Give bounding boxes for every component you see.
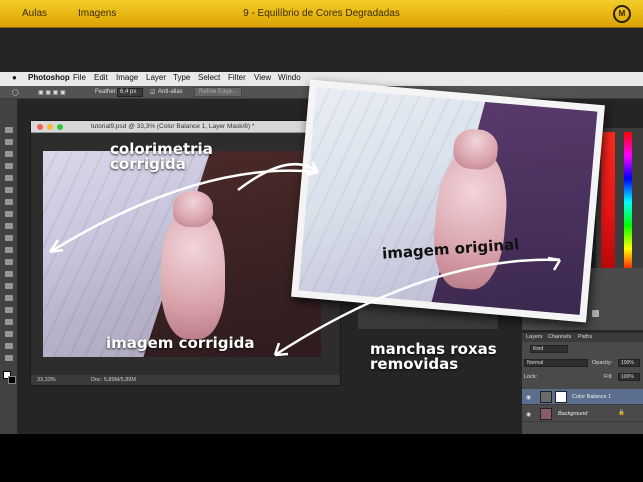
pen-tool-icon[interactable]	[5, 295, 13, 301]
layer-name: Background	[558, 411, 588, 417]
opacity-input[interactable]: 100%	[618, 359, 640, 367]
doc-size-readout: Doc: 5,89M/5,89M	[91, 377, 136, 383]
shape-tool-icon[interactable]	[5, 331, 13, 337]
lasso-icon[interactable]	[5, 151, 13, 157]
menu-photoshop[interactable]: Photoshop	[28, 73, 70, 82]
menu-select[interactable]: Select	[198, 73, 220, 82]
layer-row-background[interactable]: ◉ Background 🔒	[522, 406, 643, 422]
layer-name: Color Balance 1	[572, 394, 612, 400]
tab-layers[interactable]: Layers	[526, 334, 543, 340]
status-bar: 33,33% Doc: 5,89M/5,89M	[31, 375, 340, 385]
magic-wand-icon[interactable]	[5, 163, 13, 169]
move-tool-icon[interactable]	[5, 127, 13, 133]
menu-type[interactable]: Type	[173, 73, 190, 82]
channel-mixer-icon[interactable]	[592, 310, 599, 317]
screenshot-area: ● Photoshop File Edit Image Layer Type S…	[0, 28, 643, 434]
hand-tool-icon[interactable]	[5, 343, 13, 349]
path-select-icon[interactable]	[5, 319, 13, 325]
fill-label: Fill:	[604, 374, 613, 380]
lasso-tool-icon[interactable]: ◯	[12, 89, 19, 96]
canvas-corrected-image[interactable]	[43, 151, 321, 357]
zoom-window-icon[interactable]	[57, 124, 63, 130]
lesson-title: 9 - Equilíbrio de Cores Degradadas	[243, 8, 400, 19]
menu-filter[interactable]: Filter	[228, 73, 246, 82]
menu-file[interactable]: File	[73, 73, 86, 82]
visibility-eye-icon[interactable]: ◉	[526, 394, 531, 401]
annotation-manchas: manchas roxas removidas	[370, 340, 497, 373]
layers-panel: Layers Channels Paths Kind Normal Opacit…	[522, 332, 643, 434]
refine-edge-button[interactable]: Refine Edge...	[194, 87, 243, 97]
menu-window[interactable]: Windo	[278, 73, 301, 82]
layers-tabs: Layers Channels Paths	[522, 333, 643, 342]
feather-input[interactable]: 6,4 px	[117, 88, 143, 97]
lock-icon: 🔒	[618, 410, 625, 416]
history-brush-icon[interactable]	[5, 235, 13, 241]
dog-head	[173, 191, 213, 227]
original-photo-card	[291, 79, 605, 323]
document-tab[interactable]: tutorial9.psd @ 33,3% (Color Balance 1, …	[31, 121, 340, 133]
selection-mode-icon[interactable]: ▣ ▣ ▣ ▣	[38, 89, 66, 96]
eyedropper-icon[interactable]	[5, 187, 13, 193]
kind-filter-select[interactable]: Kind	[530, 345, 568, 353]
antialias-checkbox[interactable]: ☑	[150, 89, 155, 96]
close-window-icon[interactable]	[37, 124, 43, 130]
color-spectrum-slider[interactable]	[624, 132, 632, 272]
zoom-tool-icon[interactable]	[5, 355, 13, 361]
visibility-eye-icon[interactable]: ◉	[526, 411, 531, 418]
menu-layer[interactable]: Layer	[146, 73, 166, 82]
healing-brush-icon[interactable]	[5, 199, 13, 205]
tools-panel	[0, 99, 18, 434]
color-swatch-red[interactable]	[601, 132, 615, 272]
antialias-label: Anti-alias	[158, 89, 183, 95]
apple-icon[interactable]: ●	[12, 73, 17, 82]
dodge-tool-icon[interactable]	[5, 283, 13, 289]
menu-edit[interactable]: Edit	[94, 73, 108, 82]
gradient-tool-icon[interactable]	[5, 259, 13, 265]
crop-tool-icon[interactable]	[5, 175, 13, 181]
menu-view[interactable]: View	[254, 73, 271, 82]
layer-row-color-balance[interactable]: ◉ Color Balance 1	[522, 389, 643, 405]
brand-logo-icon[interactable]: M	[613, 5, 631, 23]
clone-stamp-icon[interactable]	[5, 223, 13, 229]
opacity-label: Opacity:	[592, 360, 613, 366]
original-image	[298, 87, 598, 315]
lock-label: Lock:	[524, 374, 538, 380]
minimize-window-icon[interactable]	[47, 124, 53, 130]
document-title: tutorial9.psd @ 33,3% (Color Balance 1, …	[91, 123, 255, 130]
brush-tool-icon[interactable]	[5, 211, 13, 217]
blend-mode-select[interactable]: Normal	[524, 359, 588, 367]
marquee-tool-icon[interactable]	[5, 139, 13, 145]
adjustment-layer-icon	[540, 391, 552, 403]
annotation-colorimetria: colorimetria corrigida	[110, 140, 213, 173]
blur-tool-icon[interactable]	[5, 271, 13, 277]
layer-thumbnail	[540, 408, 552, 420]
annotation-imagem-corrigida: imagem corrigida	[106, 334, 255, 352]
type-tool-icon[interactable]	[5, 307, 13, 313]
tab-channels[interactable]: Channels	[548, 334, 571, 340]
zoom-readout: 33,33%	[37, 377, 56, 383]
feather-label: Feather:	[95, 89, 118, 95]
dog-figure	[161, 209, 225, 339]
menu-image[interactable]: Image	[116, 73, 138, 82]
top-bar: Aulas Imagens 9 - Equilíbrio de Cores De…	[0, 0, 643, 28]
eraser-icon[interactable]	[5, 247, 13, 253]
layer-mask-thumbnail[interactable]	[555, 391, 567, 403]
tab-paths[interactable]: Paths	[578, 334, 592, 340]
background-color-swatch[interactable]	[8, 376, 16, 384]
fill-input[interactable]: 100%	[618, 373, 640, 381]
